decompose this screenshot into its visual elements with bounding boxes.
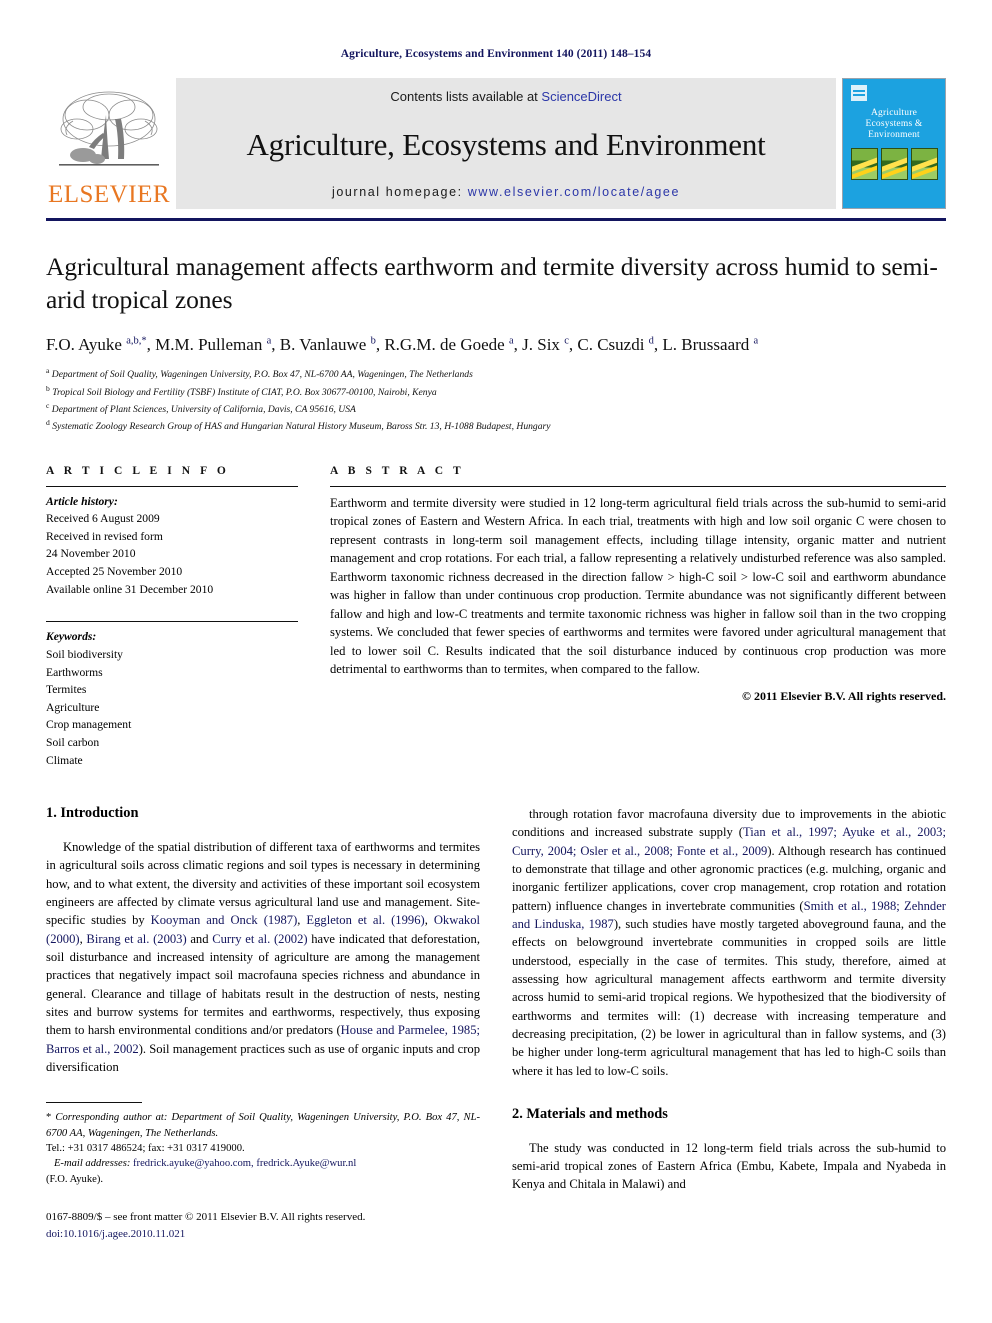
methods-paragraph: The study was conducted in 12 long-term …	[512, 1140, 946, 1192]
journal-title: Agriculture, Ecosystems and Environment	[246, 126, 766, 162]
body-column-right: through rotation favor macrofauna divers…	[512, 805, 946, 1242]
corresponding-author-note: * Corresponding author at: Department of…	[46, 1110, 480, 1187]
abstract-text: Earthworm and termite diversity were stu…	[330, 495, 946, 677]
email-label: E-mail addresses:	[53, 1158, 131, 1170]
cover-photo-strip	[843, 147, 945, 180]
imprint-block: 0167-8809/$ – see front matter © 2011 El…	[46, 1209, 480, 1242]
introduction-paragraph-left: Knowledge of the spatial distribution of…	[46, 840, 481, 1074]
body-column-left: 1. Introduction Knowledge of the spatial…	[46, 805, 480, 1242]
cover-publisher-icon	[851, 85, 867, 101]
homepage-line: journal homepage: www.elsevier.com/locat…	[332, 185, 680, 199]
abstract-column: A B S T R A C T Earthworm and termite di…	[330, 465, 946, 770]
info-abstract-block: A R T I C L E I N F O Article history: R…	[46, 465, 946, 770]
journal-cover-thumbnail: Agriculture Ecosystems & Environment	[842, 78, 946, 209]
cover-field-image	[910, 147, 938, 180]
affiliation-item: b Tropical Soil Biology and Fertility (T…	[46, 383, 437, 398]
article-page: Agriculture, Ecosystems and Environment …	[0, 0, 992, 1323]
author-list: F.O. Ayuke a,b,*, M.M. Pulleman a, B. Va…	[46, 335, 759, 355]
abstract-heading: A B S T R A C T	[330, 464, 465, 477]
keyword-item: Agriculture	[46, 700, 100, 714]
article-history: Article history: Received 6 August 2009 …	[46, 487, 298, 599]
cover-field-image	[880, 147, 908, 180]
corresponding-tel-line: Tel.: +31 0317 486524; fax: +31 0317 419…	[46, 1142, 245, 1154]
footnote-divider	[46, 1102, 142, 1104]
masthead-divider	[46, 218, 946, 221]
elsevier-wordmark: ELSEVIER	[47, 181, 171, 208]
email-links[interactable]: fredrick.ayuke@yahoo.com, fredrick.Ayuke…	[133, 1158, 356, 1169]
history-item: Received 6 August 2009	[46, 512, 160, 526]
body-columns: 1. Introduction Knowledge of the spatial…	[46, 805, 946, 1242]
cover-field-image	[850, 147, 878, 180]
imprint-line: 0167-8809/$ – see front matter © 2011 El…	[46, 1211, 366, 1224]
methods-heading: 2. Materials and methods	[512, 1105, 668, 1122]
history-item: Available online 31 December 2010	[46, 582, 214, 596]
cover-title-text: Agriculture Ecosystems & Environment	[865, 108, 923, 141]
article-history-label: Article history:	[46, 494, 118, 508]
page-title: Agricultural management affects earthwor…	[46, 252, 938, 314]
contents-prefix: Contents lists available at	[390, 89, 542, 104]
sciencedirect-link[interactable]: ScienceDirect	[541, 89, 621, 104]
keyword-item: Soil carbon	[46, 735, 100, 749]
homepage-label: journal homepage:	[331, 185, 468, 199]
article-info-heading: A R T I C L E I N F O	[46, 464, 230, 477]
affiliation-item: a Department of Soil Quality, Wageningen…	[46, 366, 473, 381]
affiliation-list: a Department of Soil Quality, Wageningen…	[46, 365, 946, 434]
elsevier-logo: ELSEVIER	[46, 78, 172, 209]
history-item: Accepted 25 November 2010	[46, 565, 183, 579]
keyword-item: Soil biodiversity	[46, 647, 123, 661]
keyword-list: Keywords: Soil biodiversity Earthworms T…	[46, 622, 298, 769]
keyword-item: Termites	[46, 683, 87, 697]
affiliation-item: d Systematic Zoology Research Group of H…	[46, 418, 551, 433]
journal-masthead: ELSEVIER Contents lists available at Sci…	[46, 78, 946, 209]
abstract-copyright: © 2011 Elsevier B.V. All rights reserved…	[742, 688, 946, 703]
email-owner: (F.O. Ayuke).	[46, 1173, 104, 1185]
keyword-item: Crop management	[46, 718, 132, 732]
introduction-paragraph-right: through rotation favor macrofauna divers…	[512, 807, 946, 1078]
keywords-label: Keywords:	[46, 630, 97, 644]
corresponding-author-line: * Corresponding author at: Department of…	[46, 1112, 480, 1139]
journal-banner: Contents lists available at ScienceDirec…	[176, 78, 836, 209]
homepage-url-link[interactable]: www.elsevier.com/locate/agee	[468, 185, 680, 199]
elsevier-tree-icon	[53, 85, 165, 181]
affiliation-item: c Department of Plant Sciences, Universi…	[46, 400, 356, 416]
introduction-heading: 1. Introduction	[46, 805, 139, 822]
running-head: Agriculture, Ecosystems and Environment …	[340, 48, 652, 60]
keyword-item: Earthworms	[46, 665, 103, 679]
keyword-item: Climate	[46, 753, 83, 767]
email-line: E-mail addresses: fredrick.ayuke@yahoo.c…	[46, 1156, 480, 1171]
doi-link[interactable]: doi:10.1016/j.agee.2010.11.021	[46, 1226, 480, 1243]
history-item: 24 November 2010	[46, 547, 136, 561]
contents-line: Contents lists available at ScienceDirec…	[390, 89, 621, 104]
history-item: Received in revised form	[46, 529, 163, 543]
article-info-column: A R T I C L E I N F O Article history: R…	[46, 465, 330, 770]
